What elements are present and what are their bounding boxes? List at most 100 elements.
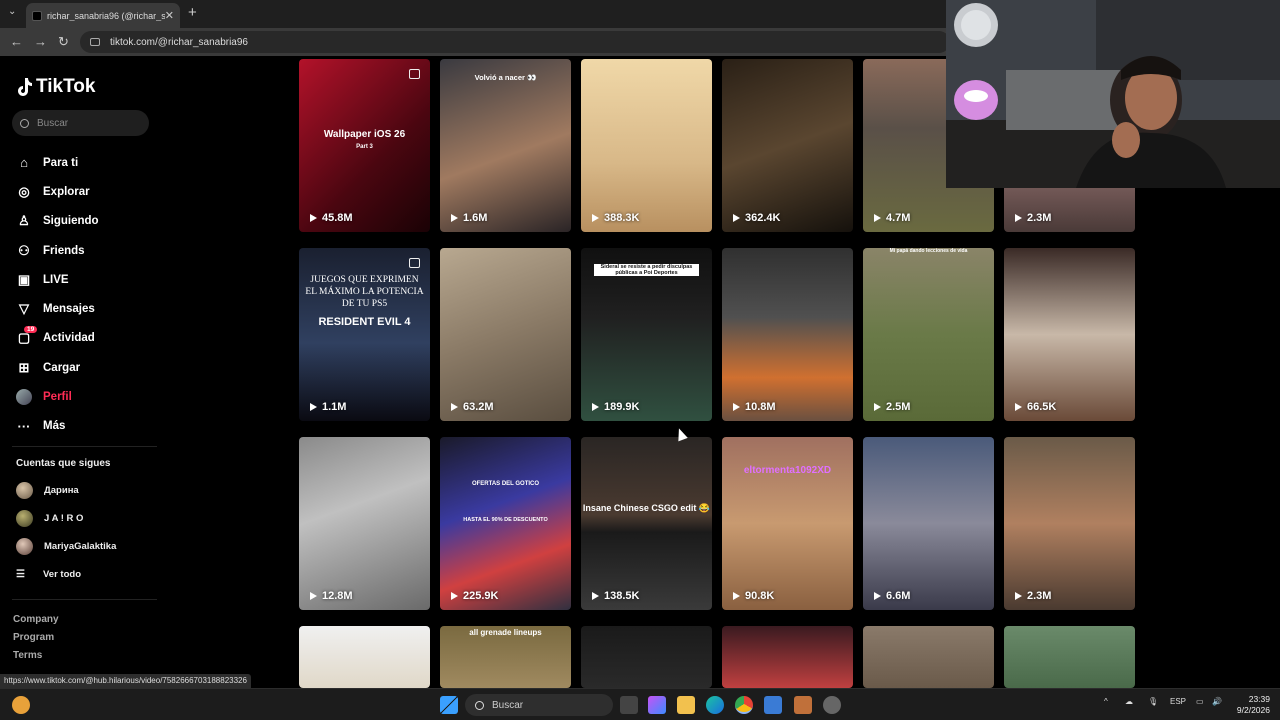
sidebar-item-cargar[interactable]: ⊞ Cargar bbox=[16, 353, 166, 382]
tab-list-chevron-icon[interactable]: ⌄ bbox=[8, 6, 16, 17]
footer-link-company[interactable]: Company bbox=[13, 611, 59, 629]
video-thumbnail[interactable] bbox=[299, 626, 430, 688]
store-icon[interactable] bbox=[764, 696, 782, 714]
video-thumbnail[interactable]: 63.2M bbox=[440, 248, 571, 421]
play-icon bbox=[1015, 592, 1022, 600]
sidebar-divider bbox=[12, 446, 157, 447]
view-count: 63.2M bbox=[451, 401, 494, 413]
video-caption: JUEGOS QUE EXPRIMEN EL MÁXIMO LA POTENCI… bbox=[305, 275, 424, 309]
sidebar-item-explorar[interactable]: ◎ Explorar bbox=[16, 177, 166, 206]
search-placeholder: Buscar bbox=[37, 117, 69, 129]
sidebar-item-m-s[interactable]: ··· Más bbox=[16, 412, 166, 441]
tiktok-logo[interactable]: TikTok bbox=[16, 76, 95, 98]
footer-links: Company Program Terms bbox=[13, 611, 59, 665]
see-all-button[interactable]: ☰ Ver todo bbox=[16, 560, 166, 588]
following-name: MariyaGalaktika bbox=[44, 540, 117, 552]
footer-link-terms[interactable]: Terms bbox=[13, 647, 59, 665]
view-count-value: 388.3K bbox=[604, 212, 640, 224]
language-indicator[interactable]: ESP bbox=[1170, 697, 1186, 706]
close-tab-icon[interactable]: ✕ bbox=[165, 9, 174, 22]
logo-text: TikTok bbox=[36, 76, 96, 97]
new-tab-icon[interactable]: + bbox=[188, 4, 197, 21]
search-input[interactable]: Buscar bbox=[12, 110, 149, 136]
forward-icon[interactable]: → bbox=[34, 34, 47, 49]
play-icon bbox=[592, 403, 599, 411]
following-item[interactable]: Дарина bbox=[16, 476, 166, 504]
sidebar-item-live[interactable]: ▣ LIVE bbox=[16, 265, 166, 294]
video-thumbnail[interactable]: 10.8M bbox=[722, 248, 853, 421]
copilot-icon[interactable] bbox=[648, 696, 666, 714]
video-thumbnail[interactable]: OFERTAS DEL GOTICO HASTA EL 90% DE DESCUE… bbox=[440, 437, 571, 610]
video-thumbnail[interactable]: 362.4K bbox=[722, 59, 853, 232]
video-thumbnail[interactable]: 66.5K bbox=[1004, 248, 1135, 421]
view-count-value: 90.8K bbox=[745, 590, 775, 602]
video-thumbnail[interactable]: Sideral se resiste a pedir disculpas púb… bbox=[581, 248, 712, 421]
video-thumbnail[interactable]: 12.8M bbox=[299, 437, 430, 610]
clock[interactable]: 23:39 9/2/2026 bbox=[1230, 694, 1270, 716]
view-count-value: 63.2M bbox=[463, 401, 494, 413]
reload-icon[interactable]: ↻ bbox=[58, 34, 69, 50]
weather-icon[interactable] bbox=[12, 696, 30, 714]
video-thumbnail[interactable] bbox=[581, 626, 712, 688]
edge-icon[interactable] bbox=[706, 696, 724, 714]
video-thumbnail[interactable]: JUEGOS QUE EXPRIMEN EL MÁXIMO LA POTENCI… bbox=[299, 248, 430, 421]
site-info-icon[interactable] bbox=[90, 38, 100, 46]
video-thumbnail[interactable]: Wallpaper iOS 26 Part 3 45.8M bbox=[299, 59, 430, 232]
play-icon bbox=[733, 214, 740, 222]
view-count: 90.8K bbox=[733, 590, 774, 602]
view-count-value: 138.5K bbox=[604, 590, 640, 602]
play-icon bbox=[592, 214, 599, 222]
footer-link-program[interactable]: Program bbox=[13, 629, 59, 647]
video-thumbnail[interactable] bbox=[1004, 626, 1135, 688]
sidebar-item-actividad[interactable]: ▢ 19 Actividad bbox=[16, 324, 166, 353]
video-thumbnail[interactable]: Volvió a nacer 👀 1.6M bbox=[440, 59, 571, 232]
video-thumbnail[interactable]: Insane Chinese CSGO edit 😂 138.5K bbox=[581, 437, 712, 610]
sidebar-item-siguiendo[interactable]: ♙ Siguiendo bbox=[16, 207, 166, 236]
volume-icon[interactable]: 🔊 bbox=[1212, 697, 1222, 706]
chrome-icon[interactable] bbox=[735, 696, 753, 714]
video-thumbnail[interactable]: 6.6M bbox=[863, 437, 994, 610]
view-count: 225.9K bbox=[451, 590, 498, 602]
steam-icon[interactable] bbox=[823, 696, 841, 714]
following-name: Дарина bbox=[44, 484, 79, 496]
compass-icon: ◎ bbox=[18, 183, 30, 199]
video-thumbnail[interactable]: 2.3M bbox=[1004, 437, 1135, 610]
video-thumbnail[interactable]: all grenade lineups bbox=[440, 626, 571, 688]
back-icon[interactable]: ← bbox=[10, 34, 23, 49]
play-icon bbox=[1015, 403, 1022, 411]
notification-badge: 19 bbox=[24, 325, 38, 333]
sidebar-item-para-ti[interactable]: ⌂ Para ti bbox=[16, 148, 166, 177]
video-thumbnail[interactable]: 388.3K bbox=[581, 59, 712, 232]
view-count-value: 1.1M bbox=[322, 401, 347, 413]
tray-chevron-icon[interactable]: ^ bbox=[1104, 697, 1108, 706]
avatar bbox=[16, 537, 33, 555]
following-item[interactable]: J A ! R O bbox=[16, 504, 166, 532]
onedrive-icon[interactable]: ☁ bbox=[1125, 697, 1133, 706]
following-list: Дарина J A ! R O MariyaGalaktika ☰ Ver t… bbox=[16, 476, 166, 588]
sidebar-item-perfil[interactable]: Perfil bbox=[16, 382, 166, 411]
sidebar-item-friends[interactable]: ⚇ Friends bbox=[16, 236, 166, 265]
video-thumbnail[interactable] bbox=[863, 626, 994, 688]
tiktok-note-icon bbox=[18, 78, 32, 96]
taskbar-search[interactable]: Buscar bbox=[465, 694, 613, 716]
play-icon bbox=[310, 592, 317, 600]
view-count-value: 2.3M bbox=[1027, 590, 1052, 602]
view-count: 12.8M bbox=[310, 590, 353, 602]
sidebar-item-label: Cargar bbox=[43, 361, 81, 374]
video-thumbnail[interactable]: Mi papá dando lecciones de vida 2.5M bbox=[863, 248, 994, 421]
network-icon[interactable]: ▭ bbox=[1196, 697, 1204, 706]
browser-tab[interactable]: richar_sanabria96 (@richar_sanabria96) ✕ bbox=[26, 3, 180, 28]
view-count: 189.9K bbox=[592, 401, 639, 413]
game-app-icon[interactable] bbox=[794, 696, 812, 714]
video-thumbnail[interactable]: eltormenta1092XD 90.8K bbox=[722, 437, 853, 610]
task-view-icon[interactable] bbox=[620, 696, 638, 714]
sidebar: TikTok Buscar ⌂ Para ti ◎ Explorar ♙ Siguiend… bbox=[0, 56, 170, 688]
sidebar-item-mensajes[interactable]: ▽ Mensajes bbox=[16, 294, 166, 323]
microphone-icon[interactable]: 🎙 bbox=[1148, 697, 1158, 706]
file-explorer-icon[interactable] bbox=[677, 696, 695, 714]
address-bar[interactable]: tiktok.com/@richar_sanabria96 bbox=[80, 31, 950, 53]
following-item[interactable]: MariyaGalaktika bbox=[16, 532, 166, 560]
view-count-value: 362.4K bbox=[745, 212, 781, 224]
video-thumbnail[interactable] bbox=[722, 626, 853, 688]
windows-start-icon[interactable] bbox=[440, 696, 458, 714]
